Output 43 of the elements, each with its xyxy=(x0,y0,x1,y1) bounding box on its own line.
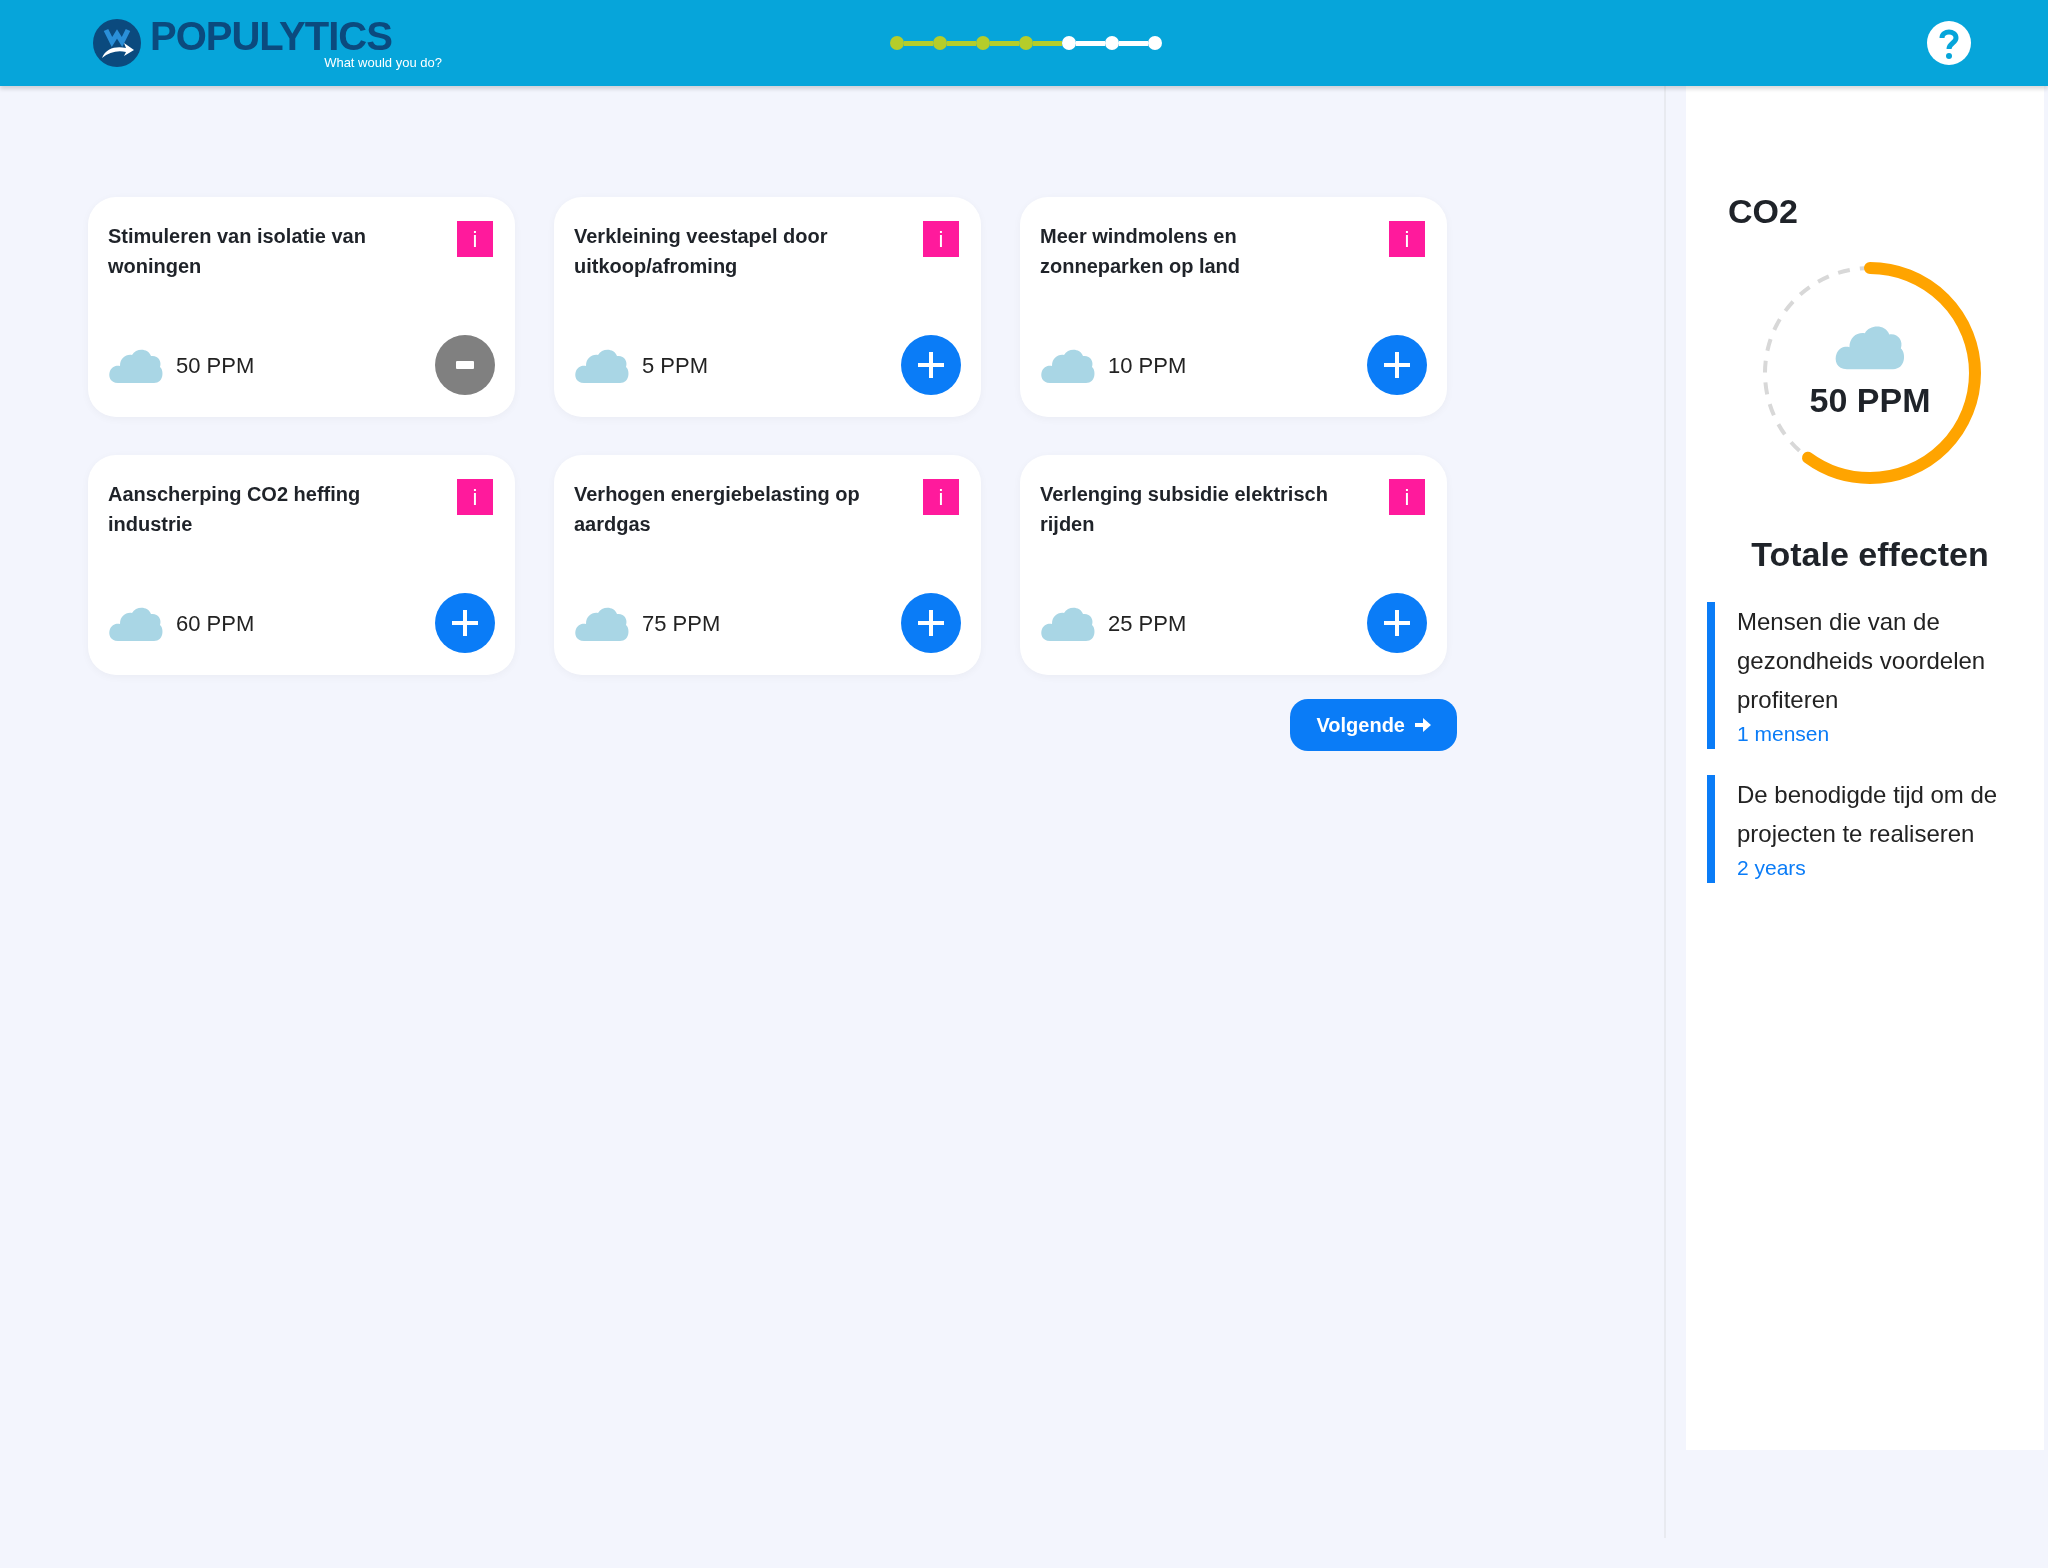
minus-icon xyxy=(456,361,474,369)
section-heading: Totale effecten xyxy=(1751,534,1989,575)
remove-button[interactable] xyxy=(435,335,495,395)
plus-icon xyxy=(450,608,480,638)
add-button[interactable] xyxy=(1367,335,1427,395)
plus-icon xyxy=(916,608,946,638)
card-title: Verlenging subsidie elektrisch rijden xyxy=(1040,482,1329,537)
add-button[interactable] xyxy=(901,335,961,395)
info-button[interactable]: i xyxy=(923,479,959,515)
effect-value: 50 PPM xyxy=(176,351,255,380)
brand-name: POPULYTICS xyxy=(150,16,392,56)
next-button[interactable]: Volgende xyxy=(1290,699,1457,751)
gauge-reading: 50 PPM xyxy=(1809,379,1931,421)
help-icon[interactable] xyxy=(1926,20,1972,66)
plus-icon xyxy=(1382,350,1412,380)
card-title: Stimuleren van isolatie van woningen xyxy=(108,224,367,279)
card-title: Verhogen energiebelasting op aardgas xyxy=(574,482,861,537)
arrow-right-icon xyxy=(1415,718,1431,732)
info-button[interactable]: i xyxy=(1389,479,1425,515)
effect-amount: 2 years xyxy=(1737,855,1807,881)
info-button[interactable]: i xyxy=(923,221,959,257)
effect-label: De benodigde tijd om de projecten te realiseren xyxy=(1737,780,1999,849)
effect-label: Mensen die van de gezondheids voordelen profiteren xyxy=(1737,607,1987,715)
add-button[interactable] xyxy=(1367,593,1427,653)
plus-icon xyxy=(916,350,946,380)
info-button[interactable]: i xyxy=(1389,221,1425,257)
info-button[interactable]: i xyxy=(457,221,493,257)
card-title: Meer windmolens en zonneparken op land xyxy=(1040,224,1242,279)
logo-icon xyxy=(92,18,142,68)
add-button[interactable] xyxy=(901,593,961,653)
effect-value: 10 PPM xyxy=(1108,351,1187,380)
card-title: Verkleining veestapel door uitkoop/afroming xyxy=(574,224,829,279)
tagline: What would you do? xyxy=(324,56,442,70)
info-button[interactable]: i xyxy=(457,479,493,515)
card-title: Aanscherping CO2 heffing industrie xyxy=(108,482,362,537)
effect-amount: 1 mensen xyxy=(1737,721,1831,747)
plus-icon xyxy=(1382,608,1412,638)
effect-value: 60 PPM xyxy=(176,609,255,638)
effect-value: 75 PPM xyxy=(642,609,721,638)
panel-title: CO2 xyxy=(1728,191,1799,232)
effect-value: 25 PPM xyxy=(1108,609,1187,638)
effect-value: 5 PPM xyxy=(642,351,709,380)
add-button[interactable] xyxy=(435,593,495,653)
